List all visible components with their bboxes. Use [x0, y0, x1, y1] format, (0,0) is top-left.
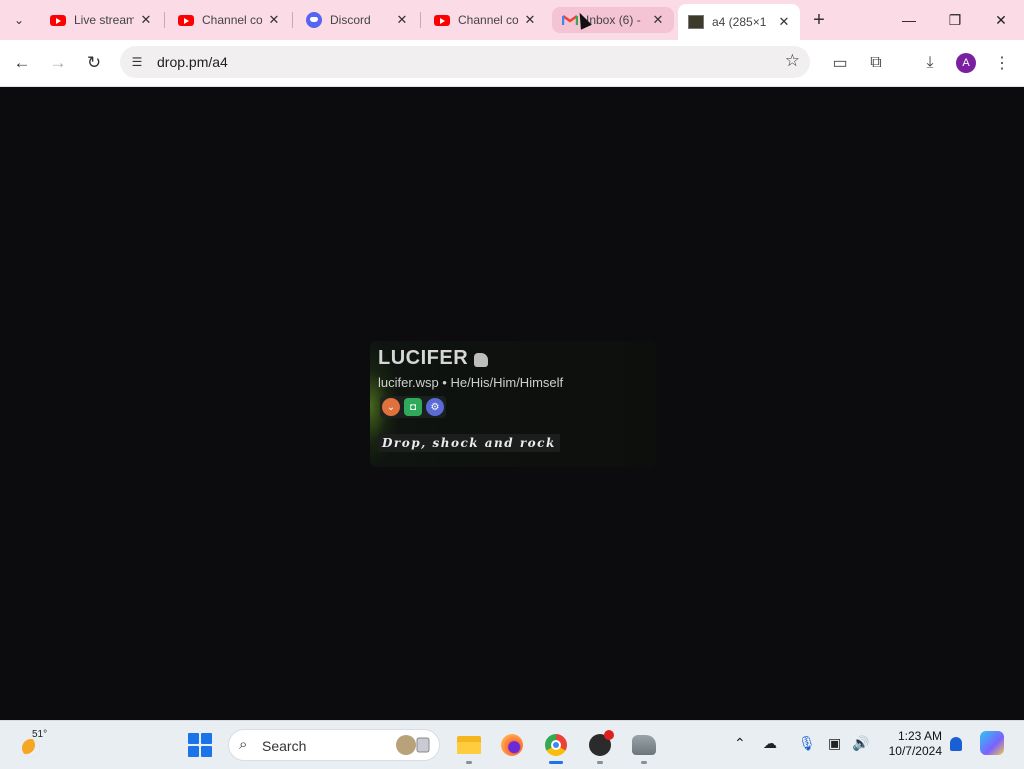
chrome-icon	[545, 734, 567, 756]
close-window-button[interactable]: ✕	[978, 0, 1024, 40]
clock-date: 10/7/2024	[888, 744, 942, 758]
close-icon: ✕	[995, 11, 1007, 28]
tab-title: Channel content	[458, 13, 518, 27]
menu-kebab-icon[interactable]: ⋮	[990, 51, 1014, 75]
reload-button[interactable]: ↻	[80, 49, 108, 77]
tab-a4-image[interactable]: a4 (285×1 ✕	[678, 4, 800, 40]
tab-title: Live stream	[74, 13, 134, 27]
tab-divider	[292, 12, 293, 28]
restore-button[interactable]: ❐	[932, 0, 978, 40]
firefox-button[interactable]	[498, 731, 526, 759]
plus-icon: +	[813, 8, 825, 31]
close-icon[interactable]: ✕	[266, 12, 282, 28]
youtube-icon	[178, 12, 194, 28]
minimize-button[interactable]: —	[886, 0, 932, 40]
close-icon[interactable]: ✕	[522, 12, 538, 28]
tab-discord[interactable]: Discord ✕	[296, 6, 418, 34]
cloud-offline-icon[interactable]: ☁	[763, 735, 777, 752]
forward-button[interactable]: →	[44, 49, 72, 77]
close-icon[interactable]: ✕	[776, 14, 792, 30]
gimp-icon	[632, 735, 656, 755]
orange-chevron-badge-icon: ⌄	[382, 398, 400, 416]
close-icon[interactable]: ✕	[650, 12, 666, 28]
tab-title: Channel content	[202, 13, 262, 27]
minimize-icon: —	[902, 12, 916, 28]
tab-title: Discord	[330, 13, 371, 27]
tab-divider	[420, 12, 421, 28]
tab-strip: ⌄ Live stream ✕ Channel content ✕ Discor…	[0, 0, 1024, 40]
back-button[interactable]: ←	[8, 49, 36, 77]
tab-divider	[164, 12, 165, 28]
moon-icon	[22, 739, 40, 757]
new-tab-button[interactable]: +	[806, 8, 832, 32]
page-viewport: LUCIFER lucifer.wsp • He/His/Him/Himself…	[0, 87, 1024, 720]
network-icon[interactable]: ▣	[828, 735, 841, 752]
url-text: drop.pm/a4	[157, 54, 228, 70]
profile-avatar[interactable]: A	[956, 53, 976, 73]
bookmark-star-icon[interactable]: ☆	[785, 51, 800, 71]
tab-search-button[interactable]: ⌄	[6, 8, 32, 32]
taskbar: 51° ⌕ Search ⌃ ☁ 🎙 ▣ 🔊 1:23 AM 10/7/2024	[0, 720, 1024, 769]
chrome-button[interactable]	[542, 731, 570, 764]
badge-row: ⌄ ◘ ⚙	[380, 396, 446, 418]
restore-icon: ❐	[948, 11, 962, 28]
profile-tagline: Drop, shock and rock	[378, 434, 560, 452]
tab-channel-content[interactable]: Channel content ✕	[168, 6, 290, 34]
start-button[interactable]	[188, 733, 212, 757]
firefox-icon	[501, 734, 523, 756]
profile-name: LUCIFER	[378, 347, 469, 369]
search-label: Search	[262, 738, 307, 754]
gimp-button[interactable]	[630, 731, 658, 764]
address-bar[interactable]: ☰ drop.pm/a4 ☆	[120, 46, 810, 78]
tab-live-stream[interactable]: Live stream ✕	[40, 6, 162, 34]
clock-time: 1:23 AM	[897, 729, 942, 743]
volume-icon[interactable]: 🔊	[852, 735, 869, 752]
arrow-right-icon: →	[49, 53, 67, 72]
extensions-icon[interactable]: ⧉	[864, 51, 888, 75]
discord-icon	[306, 12, 322, 28]
tab-title: a4 (285×1	[712, 15, 767, 29]
green-badge-icon: ◘	[404, 398, 422, 416]
taskbar-search[interactable]: ⌕ Search	[228, 729, 440, 761]
tab-title: Inbox (6) -	[586, 13, 641, 27]
notification-bell-icon[interactable]	[950, 737, 962, 751]
site-info-icon[interactable]: ☰	[128, 53, 146, 71]
close-icon[interactable]: ✕	[138, 12, 154, 28]
flame-icon	[474, 353, 488, 367]
chevron-down-icon: ⌄	[13, 13, 25, 27]
chevron-up-icon[interactable]: ⌃	[734, 735, 746, 752]
profile-handle: lucifer.wsp • He/His/Him/Himself	[378, 375, 564, 390]
folder-icon	[457, 736, 481, 754]
copilot-icon[interactable]	[980, 731, 1004, 755]
download-icon[interactable]: ⤓	[918, 51, 942, 75]
profile-card: LUCIFER lucifer.wsp • He/His/Him/Himself…	[370, 341, 656, 467]
clock[interactable]: 1:23 AM 10/7/2024	[880, 729, 942, 759]
search-highlight-icon	[395, 734, 433, 756]
image-thumbnail-icon	[688, 14, 704, 30]
cast-icon[interactable]: ▭	[828, 51, 852, 75]
youtube-icon	[434, 12, 450, 28]
file-explorer-button[interactable]	[455, 731, 483, 764]
tab-gmail-inbox[interactable]: Inbox (6) - ✕	[552, 7, 674, 33]
temperature-text: 51°	[32, 729, 48, 740]
close-icon[interactable]: ✕	[394, 12, 410, 28]
obs-button[interactable]	[586, 730, 614, 764]
browser-toolbar: ← → ↻ ☰ drop.pm/a4 ☆ ▭ ⧉ ⤓ A ⋮	[0, 40, 1024, 87]
search-icon: ⌕	[239, 736, 248, 753]
youtube-icon	[50, 12, 66, 28]
gear-badge-icon: ⚙	[426, 398, 444, 416]
obs-icon	[589, 730, 614, 756]
microphone-icon[interactable]: 🎙	[798, 735, 816, 752]
reload-icon: ↻	[86, 53, 102, 72]
tab-channel-content-2[interactable]: Channel content ✕	[424, 6, 546, 34]
arrow-left-icon: ←	[13, 53, 31, 72]
